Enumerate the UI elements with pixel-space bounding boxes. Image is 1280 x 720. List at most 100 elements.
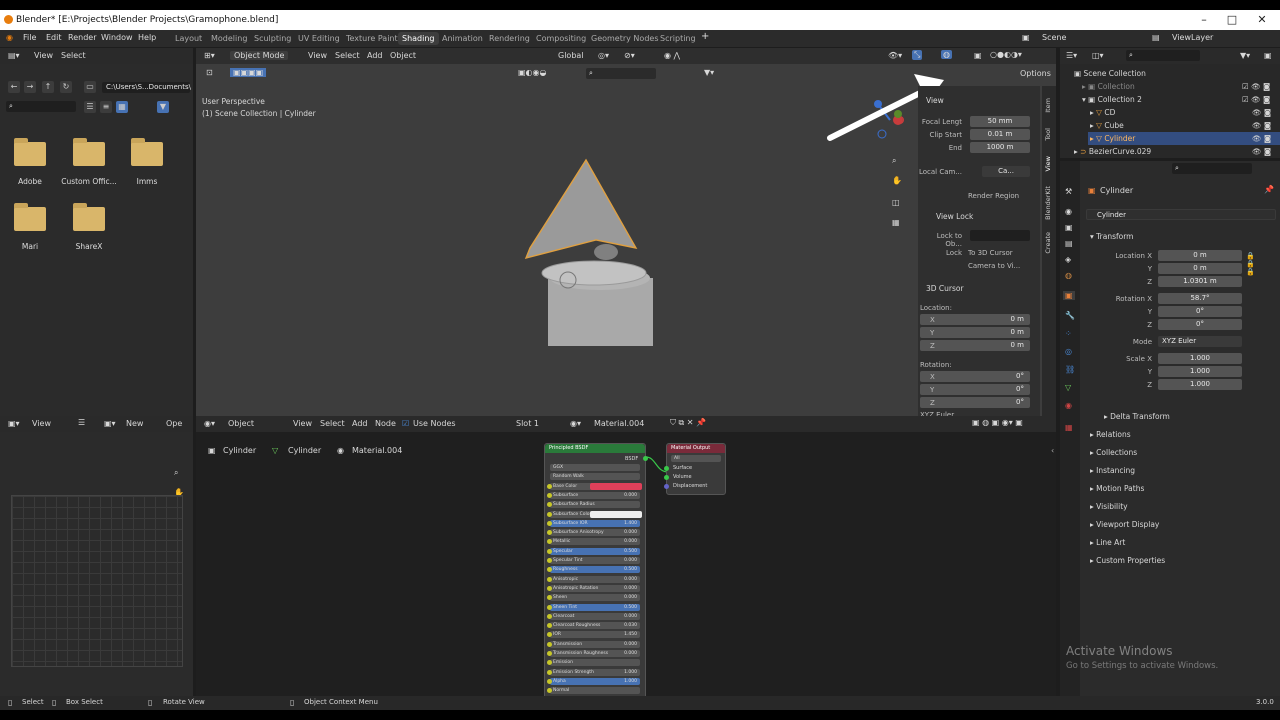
parent-dir-icon[interactable]: ↑	[42, 81, 54, 93]
ne-overlay-icons[interactable]: ▣ ◍ ▣ ◉▾ ▣	[972, 418, 1023, 427]
input-socket[interactable]	[547, 651, 552, 656]
tab-shading[interactable]: Shading	[398, 32, 439, 45]
ie-view-menu[interactable]: View	[32, 419, 51, 428]
input-socket[interactable]	[547, 660, 552, 666]
cursor-rotation-z[interactable]: 0°	[920, 397, 1030, 408]
ne-node-menu[interactable]: Node	[375, 419, 396, 428]
path-field[interactable]: C:\Users\S...Documents\	[102, 82, 191, 93]
new-folder-icon[interactable]: ▭	[84, 81, 96, 93]
viewport-search-input[interactable]: ⌕	[586, 68, 656, 79]
properties-section[interactable]: ▸ Viewport Display	[1090, 520, 1159, 529]
node-input-row[interactable]: Specular Tint 0.000	[547, 557, 640, 564]
filter-icon[interactable]: ▼▾	[1240, 51, 1250, 60]
slot-dropdown[interactable]: Slot 1	[516, 419, 539, 428]
refresh-icon[interactable]: ↻	[60, 81, 72, 93]
outliner-item-cube[interactable]: ▸ ▽ Cube	[1090, 121, 1124, 130]
clip-end-field[interactable]: 1000 m	[970, 142, 1030, 153]
tab-animation[interactable]: Animation	[438, 32, 487, 45]
filter-icon[interactable]: ▼	[157, 101, 169, 113]
proportional-edit-icon[interactable]: ◉ ⋀	[664, 51, 680, 60]
folder-icon[interactable]	[73, 203, 105, 231]
input-socket[interactable]	[547, 539, 552, 545]
lock-3d-cursor-checkbox[interactable]: To 3D Cursor	[968, 249, 1030, 257]
material-output-node[interactable]: Material Output All Surface Volume Displ…	[664, 443, 726, 495]
visibility-toggles[interactable]: 👁 ◙	[1252, 134, 1271, 143]
ortho-toggle-icon[interactable]: ▦	[892, 218, 900, 227]
scene-tab-icon[interactable]: ◈	[1065, 255, 1071, 264]
forward-icon[interactable]: →	[24, 81, 36, 93]
object-mode-dropdown[interactable]: Object Mode	[230, 51, 289, 60]
location-y-field[interactable]: 0 m	[1158, 263, 1242, 274]
pan-icon[interactable]: ✋	[892, 176, 902, 185]
folder-icon[interactable]	[14, 138, 46, 166]
properties-search-input[interactable]: ⌕	[1172, 163, 1252, 174]
node-input-row[interactable]: Transmission 0.000	[547, 640, 640, 648]
properties-section[interactable]: ▸ Custom Properties	[1090, 556, 1165, 565]
node-input-row[interactable]: Roughness 0.500	[547, 566, 640, 574]
snap-icon[interactable]: ⊘▾	[624, 51, 635, 60]
modifier-tab-icon[interactable]: 🔧	[1065, 311, 1075, 320]
outliner-item-scene-collection[interactable]: ▣ Scene Collection	[1074, 69, 1146, 78]
open-image-button[interactable]: Ope	[166, 419, 182, 428]
tab-texture-paint[interactable]: Texture Paint	[342, 32, 402, 45]
editor-type-icon[interactable]: ⊞▾	[204, 51, 215, 60]
data-tab-icon[interactable]: ▽	[1065, 383, 1071, 392]
menu-render[interactable]: Render	[68, 33, 96, 42]
editor-type-icon[interactable]: ▤▾	[8, 51, 20, 60]
minimize-icon[interactable]: –	[1194, 13, 1214, 26]
scene-name[interactable]: Scene	[1042, 33, 1066, 42]
folder-icon[interactable]	[14, 203, 46, 231]
subsurface-color-swatch[interactable]	[590, 510, 642, 518]
editor-type-icon[interactable]: ◉▾	[204, 419, 215, 428]
tab-rendering[interactable]: Rendering	[485, 32, 534, 45]
node-input-row[interactable]: IOR 1.450	[547, 631, 640, 639]
tab-layout[interactable]: Layout	[171, 32, 206, 45]
input-socket[interactable]	[547, 669, 552, 675]
menu-icon[interactable]: ☰	[78, 418, 85, 427]
vp-object-menu[interactable]: Object	[390, 51, 416, 60]
tab-create[interactable]: Create	[1044, 232, 1052, 254]
properties-section[interactable]: ▸ Instancing	[1090, 466, 1135, 475]
input-socket[interactable]	[547, 548, 552, 554]
maximize-icon[interactable]: □	[1222, 13, 1242, 26]
displacement-socket[interactable]	[664, 484, 669, 489]
node-input-row[interactable]: Alpha 1.000	[547, 677, 640, 685]
view-layer-tab-icon[interactable]: ▤	[1065, 239, 1073, 248]
input-socket[interactable]	[547, 604, 552, 610]
select-mode-icons[interactable]: ▣▣▣▣	[230, 68, 267, 77]
properties-section[interactable]: ▸ Collections	[1090, 448, 1137, 457]
vp-add-menu[interactable]: Add	[367, 51, 383, 60]
output-target-dropdown[interactable]: All	[671, 455, 721, 462]
input-socket[interactable]	[547, 641, 552, 647]
visibility-toggles[interactable]: 👁 ◙	[1252, 147, 1271, 156]
cursor-rotation-x[interactable]: 0°	[920, 371, 1030, 382]
node-input-row[interactable]: Subsurface Color	[547, 510, 642, 518]
rotation-x-field[interactable]: 58.7°	[1158, 293, 1242, 304]
xray-icon[interactable]: ▣	[974, 51, 982, 60]
camera-to-view-checkbox[interactable]: Camera to Vi...	[968, 262, 1030, 270]
cursor-location-x[interactable]: 0 m	[920, 314, 1030, 325]
close-icon[interactable]: ✕	[1252, 13, 1272, 26]
tab-item[interactable]: Item	[1044, 98, 1052, 113]
tab-sculpting[interactable]: Sculpting	[250, 32, 295, 45]
input-socket[interactable]	[547, 567, 552, 573]
node-input-row[interactable]: Base Color	[547, 482, 642, 490]
pivot-icon[interactable]: ◎▾	[598, 51, 609, 60]
node-input-row[interactable]: Subsurface IOR 1.400	[547, 519, 640, 527]
zoom-icon[interactable]: ⌕	[174, 468, 178, 478]
local-camera-field[interactable]: Ca...	[982, 166, 1030, 177]
input-socket[interactable]	[547, 613, 552, 619]
base-color-swatch[interactable]	[590, 482, 642, 490]
object-name-field[interactable]: Cylinder	[1086, 209, 1276, 220]
outliner-item-cylinder[interactable]: ▸ ▽ Cylinder	[1090, 134, 1135, 143]
sidebar-toggle-icon[interactable]: ‹	[1051, 446, 1054, 455]
lock-location-icons[interactable]: 🔒 🔒 🔒	[1246, 252, 1255, 276]
outliner-search-input[interactable]: ⌕	[1126, 50, 1200, 61]
node-input-row[interactable]: Sheen Tint 0.500	[547, 603, 640, 611]
input-socket[interactable]	[547, 688, 552, 694]
cursor-rotation-y[interactable]: 0°	[920, 384, 1030, 395]
orientation-dropdown[interactable]: Global	[558, 51, 584, 60]
properties-section[interactable]: ▸ Visibility	[1090, 502, 1128, 511]
principled-bsdf-node[interactable]: Principled BSDF BSDF GGX Random Walk Base …	[544, 443, 648, 701]
3d-viewport[interactable]: ⊞▾ Object Mode View Select Add Object Gl…	[196, 48, 1056, 419]
